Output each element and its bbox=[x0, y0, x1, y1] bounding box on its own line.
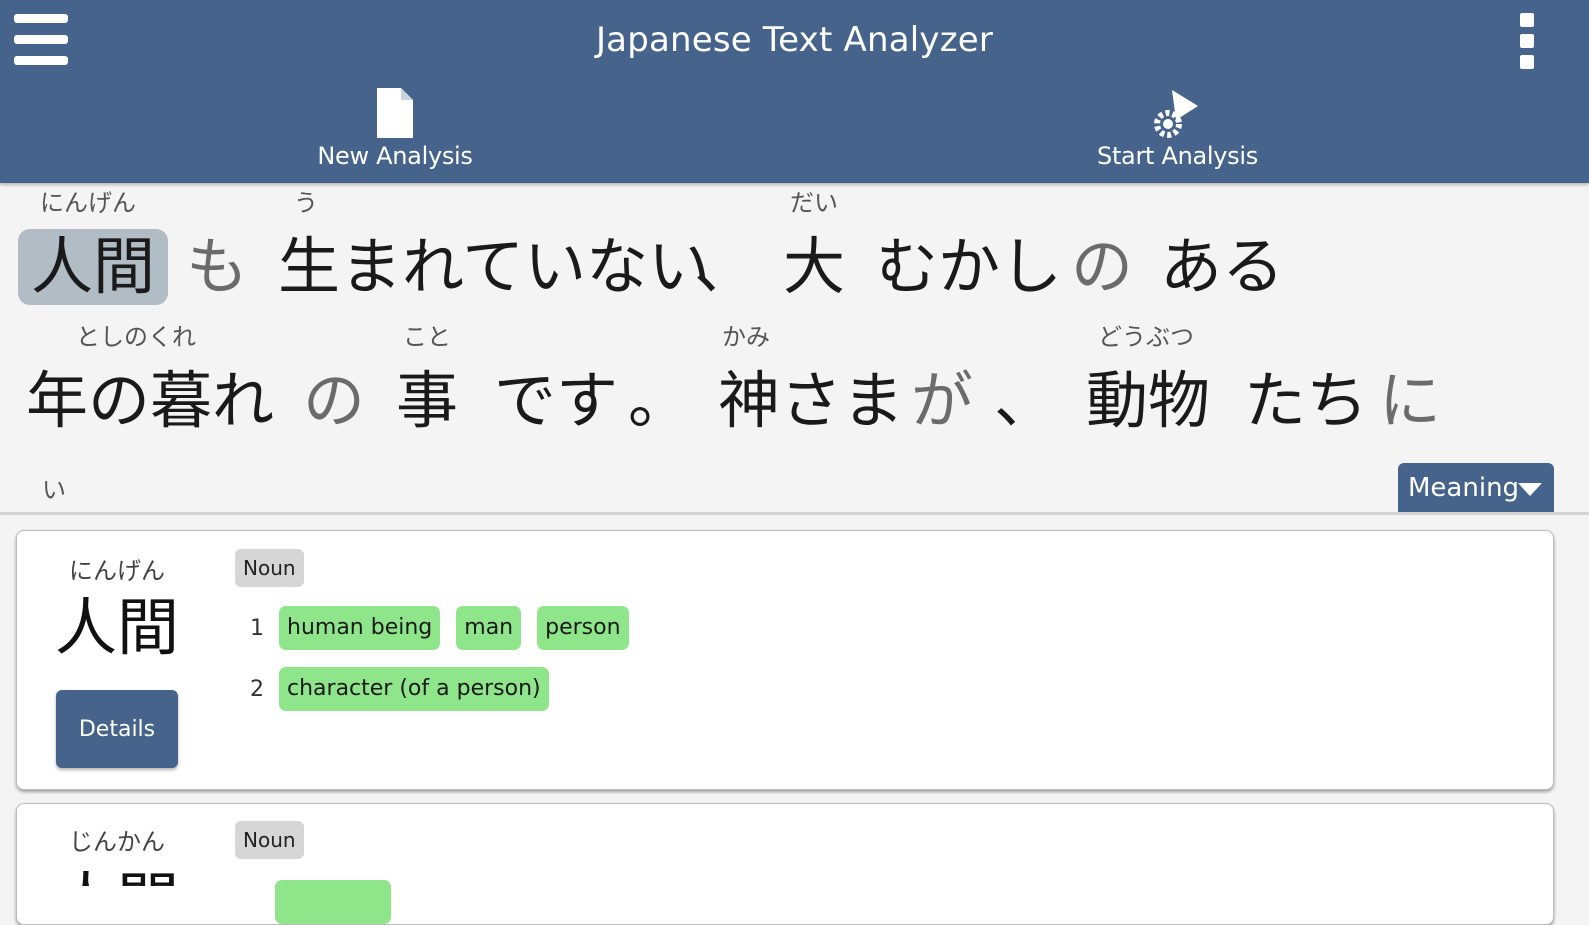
app-bar: Japanese Text Analyzer New Analysis Star… bbox=[0, 0, 1589, 183]
gloss-tag[interactable]: character (of a person) bbox=[279, 667, 549, 711]
word-column: にんげん 人間 Details bbox=[33, 531, 201, 768]
caret-down-icon bbox=[1518, 483, 1542, 496]
token-text: 動物 bbox=[1085, 364, 1210, 437]
token-reading: にんげん bbox=[40, 189, 136, 217]
token-text: の bbox=[302, 364, 365, 437]
dictionary-entry-card: じんかん 人間 Noun bbox=[16, 803, 1554, 925]
analyzed-sentence: にんげん 人間 も う 生まれていない 、 だい 大 むかし の ある としのく… bbox=[0, 183, 1589, 513]
token-reading: こと bbox=[403, 323, 451, 351]
meaning-dropdown-label: Meaning bbox=[1408, 473, 1520, 503]
token[interactable]: どうぶつ 動物 bbox=[1082, 317, 1214, 437]
token-text: が bbox=[910, 364, 973, 437]
word-column: じんかん bbox=[33, 804, 201, 857]
sense-number: 1 bbox=[250, 615, 264, 641]
token-text: 、 bbox=[694, 230, 757, 303]
token-reading: だい bbox=[790, 189, 838, 217]
token-text: 大 bbox=[782, 230, 845, 303]
gloss-tag[interactable]: man bbox=[456, 606, 522, 650]
token-reading: かみ bbox=[722, 323, 770, 351]
new-analysis-label: New Analysis bbox=[317, 142, 473, 170]
token[interactable]: だい 大 bbox=[782, 183, 846, 303]
token-reading: どうぶつ bbox=[1098, 323, 1194, 351]
start-analysis-button[interactable]: Start Analysis bbox=[1090, 86, 1265, 178]
token[interactable]: 、 bbox=[994, 317, 1056, 437]
token-text: 年の暮れ bbox=[26, 364, 275, 437]
token-reading: う bbox=[294, 189, 318, 217]
divider bbox=[0, 512, 1589, 515]
vertical-dots-icon[interactable] bbox=[1518, 13, 1538, 71]
word-headword: 人間 bbox=[54, 591, 179, 664]
token-text: 。 bbox=[628, 364, 691, 437]
token-text: 人間 bbox=[18, 229, 168, 305]
gear-arrow-icon bbox=[1153, 90, 1198, 138]
token-text: 生まれていない bbox=[278, 230, 711, 303]
gloss-tag[interactable] bbox=[275, 880, 391, 924]
document-icon bbox=[377, 88, 413, 138]
token[interactable]: 、 bbox=[694, 183, 756, 303]
next-line-reading: い bbox=[42, 476, 66, 504]
token[interactable]: にんげん 人間 bbox=[18, 183, 168, 305]
token[interactable]: ある bbox=[1160, 183, 1284, 303]
part-of-speech-badge: Noun bbox=[235, 821, 304, 859]
token-text: むかし bbox=[876, 230, 1063, 303]
token-text: も bbox=[186, 230, 249, 303]
sense-row: 1 human being man person bbox=[235, 605, 645, 651]
new-analysis-button[interactable]: New Analysis bbox=[310, 86, 480, 178]
token[interactable]: としのくれ 年の暮れ bbox=[26, 317, 274, 437]
dictionary-entry-card: にんげん 人間 Details Noun 1 human being man p… bbox=[16, 530, 1554, 790]
token-text: です bbox=[494, 364, 619, 437]
gloss-tag[interactable]: human being bbox=[279, 606, 441, 650]
token[interactable]: う 生まれていない bbox=[278, 183, 710, 303]
word-reading: じんかん bbox=[69, 828, 165, 856]
token[interactable]: です bbox=[494, 317, 618, 437]
sense-row: 2 character (of a person) bbox=[235, 666, 565, 712]
sense-number: 2 bbox=[250, 676, 264, 702]
token[interactable]: こと 事 bbox=[394, 317, 460, 437]
token[interactable]: に bbox=[1378, 317, 1442, 437]
details-button[interactable]: Details bbox=[56, 690, 178, 768]
token[interactable]: の bbox=[302, 317, 366, 437]
token[interactable]: の bbox=[1070, 183, 1134, 303]
token[interactable]: も bbox=[186, 183, 248, 303]
part-of-speech-badge: Noun bbox=[235, 549, 304, 587]
token-text: 事 bbox=[395, 364, 458, 437]
token-text: たち bbox=[1244, 364, 1369, 437]
token-reading: としのくれ bbox=[76, 323, 196, 351]
start-analysis-label: Start Analysis bbox=[1097, 142, 1258, 170]
token-text: 神さま bbox=[718, 364, 905, 437]
token[interactable]: むかし bbox=[876, 183, 1062, 303]
word-headword-partial: 人間 bbox=[33, 866, 201, 886]
token-text: ある bbox=[1160, 230, 1285, 303]
token-text: の bbox=[1070, 230, 1133, 303]
token-text: 、 bbox=[994, 364, 1057, 437]
token[interactable]: かみ 神さま bbox=[718, 317, 904, 437]
token-text: に bbox=[1378, 364, 1441, 437]
token[interactable]: たち bbox=[1244, 317, 1368, 437]
token[interactable]: 。 bbox=[628, 317, 690, 437]
app-title: Japanese Text Analyzer bbox=[595, 20, 994, 60]
token[interactable]: が bbox=[910, 317, 974, 437]
word-headword: 人間 bbox=[33, 866, 201, 886]
gloss-tag[interactable]: person bbox=[537, 606, 629, 650]
word-reading: にんげん bbox=[69, 557, 165, 585]
meaning-dropdown[interactable]: Meaning bbox=[1398, 463, 1554, 513]
